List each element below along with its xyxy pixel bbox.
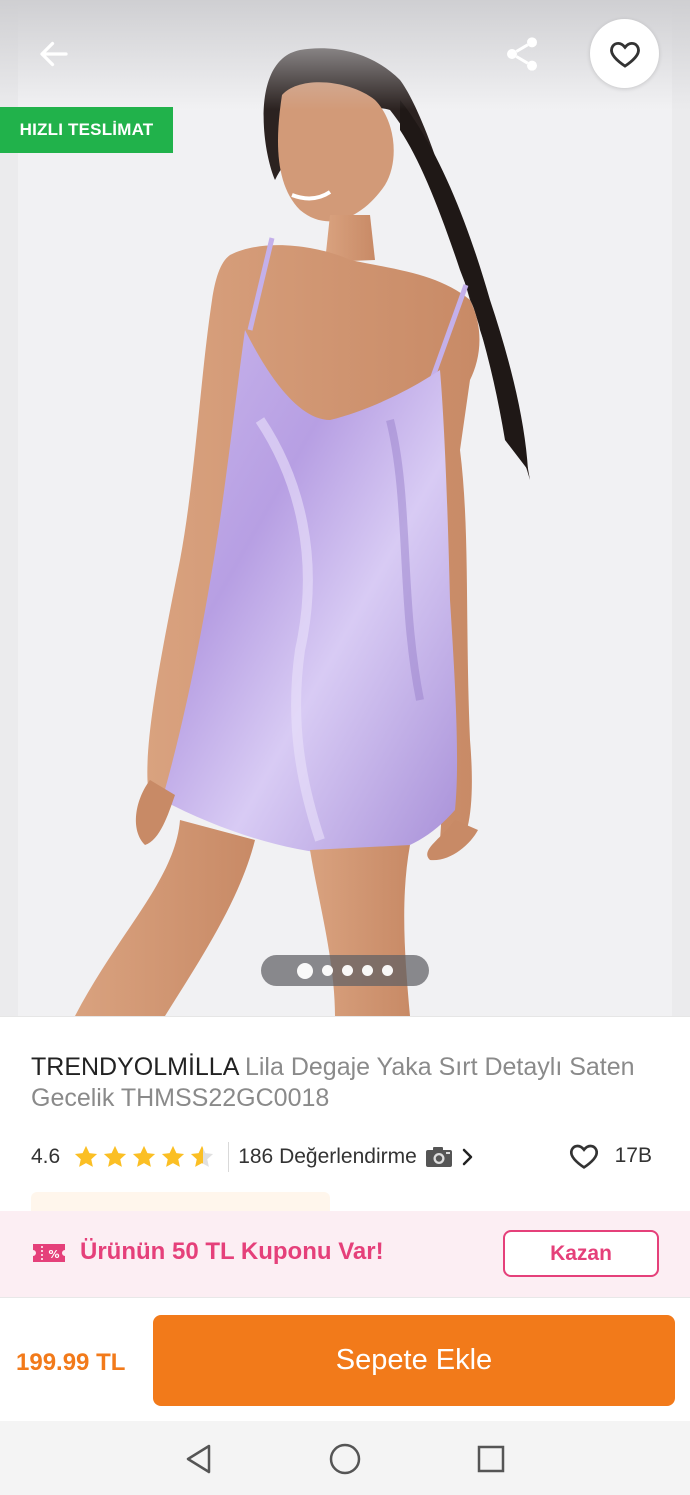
top-gradient	[0, 0, 690, 110]
nav-recents-icon	[477, 1445, 505, 1473]
add-to-cart-button[interactable]: Sepete Ekle	[153, 1315, 675, 1406]
pagination-dot-1[interactable]	[297, 962, 313, 979]
star-icon	[133, 1145, 156, 1167]
rating-stars	[72, 1143, 216, 1171]
product-title: TRENDYOLMİLLA Lila Degaje Yaka Sırt Deta…	[31, 1052, 651, 1114]
nav-recents-button[interactable]	[471, 1439, 511, 1479]
nav-back-button[interactable]	[178, 1439, 218, 1479]
fast-delivery-badge: HIZLI TESLİMAT	[0, 107, 173, 153]
heart-outline-icon	[609, 41, 640, 68]
price: 199.99 TL	[16, 1349, 126, 1376]
divider	[228, 1142, 230, 1172]
star-icon	[104, 1145, 127, 1167]
favorite-count-value: 17B	[614, 1144, 652, 1167]
product-info: TRENDYOLMİLLA Lila Degaje Yaka Sırt Deta…	[0, 1016, 690, 1222]
coupon-text: Ürünün 50 TL Kuponu Var!	[80, 1238, 384, 1265]
star-half-icon	[191, 1145, 214, 1167]
pagination-dot-5[interactable]	[382, 965, 393, 976]
share-button[interactable]	[496, 28, 548, 80]
arrow-left-icon	[40, 41, 68, 67]
reviews-count: 186 Değerlendirme	[238, 1145, 417, 1168]
coupon-banner: % Ürünün 50 TL Kuponu Var! Kazan	[0, 1211, 690, 1297]
heart-outline-icon	[569, 1144, 598, 1169]
pagination-dot-3[interactable]	[342, 965, 353, 976]
rating-value: 4.6	[31, 1145, 61, 1168]
star-icon	[162, 1145, 185, 1167]
pagination-dot-2[interactable]	[322, 965, 333, 976]
camera-icon	[425, 1147, 452, 1167]
svg-text:%: %	[48, 1248, 59, 1261]
rating-row: 4.6 186 Değerlendirme 17B	[31, 1140, 661, 1174]
nav-home-icon	[329, 1443, 361, 1475]
coupon-ticket-icon: %	[33, 1244, 65, 1262]
chevron-right-icon	[462, 1148, 473, 1166]
favorite-count[interactable]: 17B	[567, 1140, 652, 1172]
purchase-bar: 199.99 TL Sepete Ekle	[0, 1297, 690, 1421]
reviews-link[interactable]: 186 Değerlendirme	[238, 1145, 475, 1169]
back-button[interactable]	[26, 28, 82, 80]
star-icon	[75, 1145, 98, 1167]
product-image-gallery[interactable]: HIZLI TESLİMAT	[0, 0, 690, 1016]
share-icon	[507, 37, 537, 71]
brand-name[interactable]: TRENDYOLMİLLA	[31, 1053, 238, 1081]
system-navigation-bar	[0, 1421, 690, 1495]
gallery-pagination[interactable]	[261, 955, 429, 986]
claim-coupon-button[interactable]: Kazan	[503, 1230, 659, 1277]
favorite-button[interactable]	[590, 19, 659, 88]
nav-home-button[interactable]	[325, 1439, 365, 1479]
nav-back-icon	[186, 1444, 211, 1474]
pagination-dot-4[interactable]	[362, 965, 373, 976]
